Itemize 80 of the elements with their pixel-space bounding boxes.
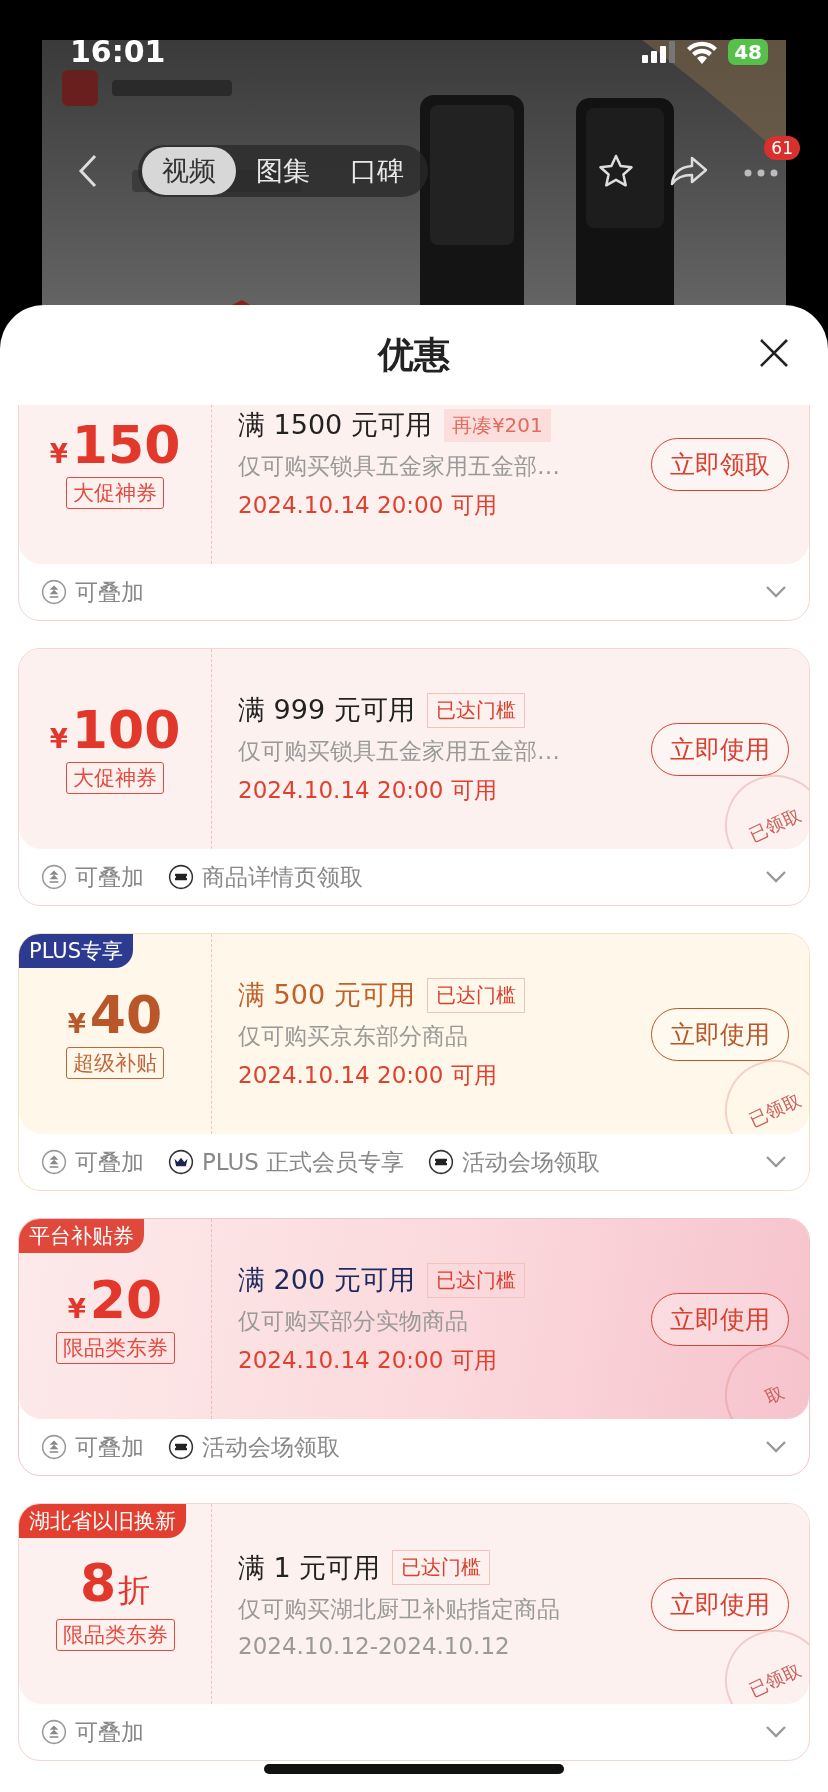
coupon-feature: 可叠加: [75, 577, 144, 607]
ticket-icon: [428, 1149, 455, 1175]
coupon-condition: 满 999 元可用: [238, 693, 415, 727]
status-time: 16:01: [70, 34, 166, 69]
coupon-amount: 150: [71, 419, 181, 471]
coupon-feature: 商品详情页领取: [202, 862, 363, 892]
currency-sign: ¥: [49, 439, 68, 469]
crown-icon: [168, 1149, 194, 1175]
coupon-amount: 100: [71, 704, 181, 756]
coupon-feature: 可叠加: [75, 1432, 144, 1462]
ticket-icon: [168, 1434, 194, 1460]
wifi-icon: [686, 39, 719, 64]
coupon-scope: 仅可购买京东部分商品: [238, 1022, 469, 1051]
corner-tag: 平台补贴券: [19, 1219, 144, 1253]
media-tab[interactable]: 视频: [142, 147, 236, 195]
discount-unit: 折: [118, 1570, 151, 1611]
threshold-tag: 已达门槛: [392, 1550, 491, 1585]
stack-icon: [41, 1719, 67, 1745]
coupon-amount: 40: [89, 989, 163, 1041]
threshold-tag: 已达门槛: [426, 1262, 525, 1298]
coupon-date: 2024.10.12-2024.10.12: [238, 1632, 511, 1659]
chevron-down-icon[interactable]: [765, 1155, 787, 1169]
coupon-type-tag: 超级补贴: [66, 1047, 164, 1079]
coupon-date: 2024.10.14 20:00 可用: [238, 776, 498, 805]
chevron-down-icon[interactable]: [765, 1440, 787, 1454]
coupon-condition: 满 500 元可用: [238, 978, 415, 1012]
coupon-scope: 仅可购买锁具五金家用五金部…: [238, 452, 561, 481]
stack-icon: [41, 1434, 67, 1460]
coupon-type-tag: 大促神券: [66, 762, 164, 794]
chevron-down-icon[interactable]: [765, 1725, 787, 1739]
coupon-feature: 可叠加: [75, 1147, 144, 1177]
media-tab[interactable]: 图集: [236, 147, 330, 195]
more-icon[interactable]: [744, 168, 778, 177]
coupon-action-button[interactable]: 立即使用: [651, 722, 789, 776]
chevron-down-icon[interactable]: [765, 870, 787, 884]
coupon-condition: 满 1500 元可用: [238, 408, 432, 442]
coupon-action-button[interactable]: 立即领取: [651, 437, 789, 491]
currency-sign: ¥: [67, 1294, 86, 1324]
threshold-tag: 已达门槛: [426, 977, 525, 1013]
coupon-action-button[interactable]: 立即使用: [651, 1292, 789, 1346]
corner-tag: PLUS专享: [19, 934, 134, 968]
currency-sign: ¥: [49, 724, 68, 754]
coupon-feature: PLUS 正式会员专享: [202, 1147, 405, 1177]
battery-level: 48: [728, 38, 768, 65]
corner-tag: 湖北省以旧换新: [19, 1504, 186, 1538]
notification-badge: 61: [764, 135, 800, 160]
media-tab[interactable]: 口碑: [330, 147, 424, 195]
stack-icon: [41, 864, 67, 890]
coupon-date: 2024.10.14 20:00 可用: [238, 491, 498, 520]
coupon-date: 2024.10.14 20:00 可用: [238, 1346, 498, 1375]
coupon-action-button[interactable]: 立即使用: [651, 1007, 789, 1061]
coupon-scope: 仅可购买锁具五金家用五金部…: [238, 737, 561, 766]
coupon-type-tag: 大促神券: [66, 477, 164, 509]
signal-icon: [642, 40, 677, 63]
coupon-scope: 仅可购买湖北厨卫补贴指定商品: [238, 1594, 561, 1624]
coupon-amount: 8: [79, 1557, 117, 1609]
coupon-date: 2024.10.14 20:00 可用: [238, 1061, 498, 1090]
coupon-type-tag: 限品类东券: [55, 1619, 175, 1651]
coupon-action-button[interactable]: 立即使用: [651, 1577, 789, 1631]
star-icon[interactable]: [598, 154, 634, 188]
chevron-down-icon[interactable]: [765, 585, 787, 599]
close-icon[interactable]: [758, 337, 790, 369]
coupon-feature: 活动会场领取: [202, 1432, 340, 1462]
coupon-condition: 满 200 元可用: [238, 1263, 415, 1297]
share-icon[interactable]: [670, 156, 708, 186]
coupon-feature: 活动会场领取: [462, 1147, 601, 1177]
coupon-feature: 可叠加: [75, 862, 144, 892]
threshold-tag: 已达门槛: [426, 692, 525, 728]
coupon-scope: 仅可购买部分实物商品: [238, 1307, 469, 1336]
stack-icon: [41, 579, 67, 605]
currency-sign: ¥: [67, 1009, 86, 1039]
ticket-icon: [168, 864, 194, 890]
stack-icon: [41, 1149, 67, 1175]
back-icon[interactable]: [78, 154, 98, 188]
coupon-condition: 满 1 元可用: [238, 1550, 381, 1585]
coupon-feature: 可叠加: [75, 1717, 144, 1747]
sheet-title: 优惠: [378, 332, 450, 377]
coupon-amount: 20: [89, 1274, 163, 1326]
threshold-tag: 再凑¥201: [443, 408, 551, 442]
coupon-type-tag: 限品类东券: [55, 1332, 175, 1364]
